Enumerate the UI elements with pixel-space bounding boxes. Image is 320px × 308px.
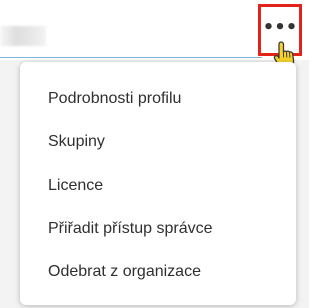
menu-item-profile-details[interactable]: Podrobnosti profilu [48,82,181,116]
menu-item-groups[interactable]: Skupiny [48,125,105,159]
menu-item-assign-admin-access[interactable]: Přiřadit přístup správce [48,212,213,246]
menu-item-licenses[interactable]: Licence [48,169,103,203]
blurred-name-placeholder [0,26,46,46]
page: ••• Podrobnosti profilu Skupiny Licence … [0,0,309,308]
more-horizontal-icon: ••• [262,16,298,38]
row-divider [0,57,262,58]
context-menu: Podrobnosti profilu Skupiny Licence Přiř… [20,62,296,305]
menu-item-remove-from-organization[interactable]: Odebrat z organizace [48,255,201,289]
